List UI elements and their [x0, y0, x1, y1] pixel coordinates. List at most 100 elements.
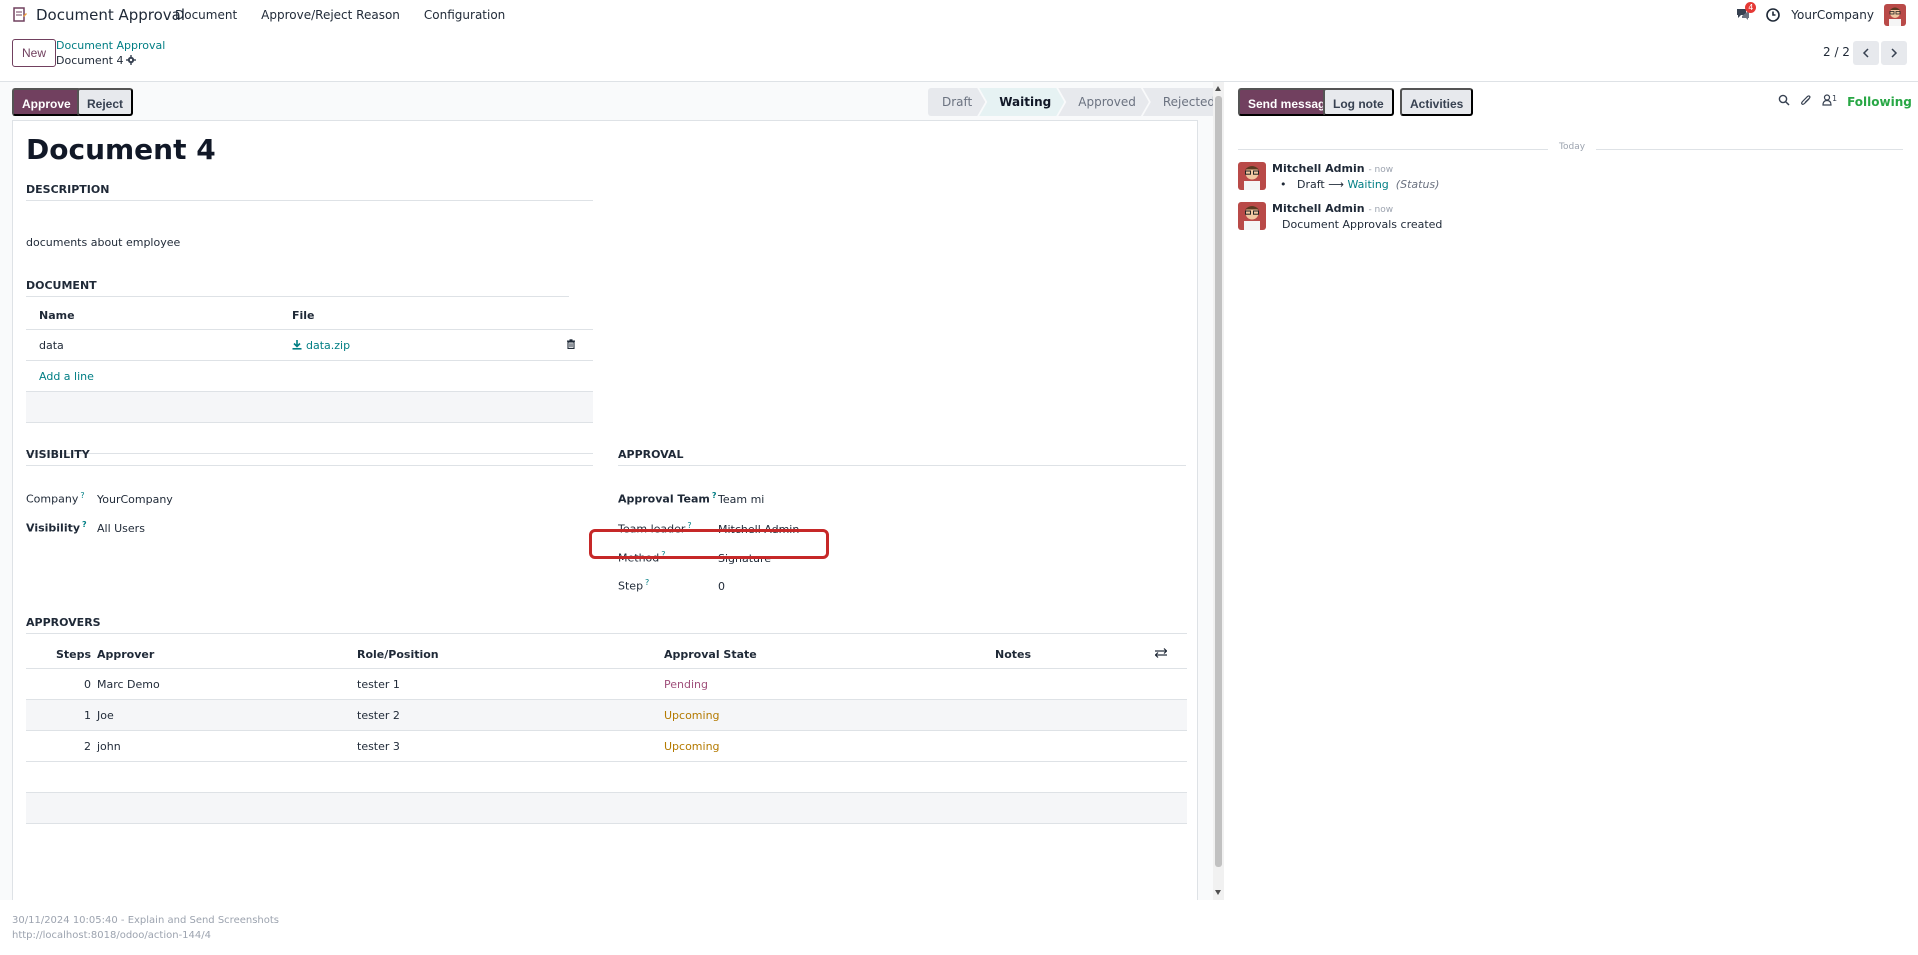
menu-configuration[interactable]: Configuration — [424, 8, 505, 22]
new-button[interactable]: New — [12, 39, 57, 67]
form-scrollbar[interactable] — [1213, 82, 1224, 900]
empty-row — [26, 762, 1187, 793]
navbar-systray: 4 YourCompany — [1735, 0, 1918, 30]
followers-button[interactable]: 1 — [1822, 94, 1837, 109]
state-cell[interactable]: Upcoming — [664, 709, 995, 722]
avatar[interactable] — [1238, 162, 1266, 190]
app-name[interactable]: Document Approval — [36, 6, 185, 24]
role-cell[interactable]: tester 2 — [357, 709, 664, 722]
step-cell[interactable]: 0 — [26, 678, 97, 691]
column-settings-icon[interactable] — [1154, 648, 1168, 661]
empty-row — [26, 793, 1187, 824]
form-view: Approve Reject Draft Waiting Approved Re… — [0, 82, 1213, 900]
menu-approve-reject-reason[interactable]: Approve/Reject Reason — [261, 8, 400, 22]
column-name[interactable]: Name — [26, 309, 292, 322]
company-field[interactable]: YourCompany — [97, 493, 173, 506]
state-cell[interactable]: Upcoming — [664, 740, 995, 753]
column-file[interactable]: File — [292, 309, 552, 322]
separator-line — [1238, 149, 1548, 150]
visibility-section-title: VISIBILITY — [26, 448, 593, 466]
method-highlight-box — [589, 529, 829, 559]
message-body: Document Approvals created — [1282, 218, 1443, 231]
avatar[interactable] — [1238, 202, 1266, 230]
document-title[interactable]: Document 4 — [26, 133, 216, 166]
step-field[interactable]: 0 — [718, 580, 725, 593]
description-field[interactable]: documents about employee — [26, 236, 180, 249]
table-row[interactable]: 2 john tester 3 Upcoming — [26, 731, 1187, 762]
activities-button[interactable]: Activities — [1400, 88, 1474, 116]
message-author-name[interactable]: Mitchell Admin — [1272, 202, 1365, 215]
approver-cell[interactable]: Marc Demo — [97, 678, 357, 691]
column-steps[interactable]: Steps — [26, 648, 97, 661]
breadcrumb-current: Document 4 — [56, 54, 137, 67]
file-cell[interactable]: data.zip — [292, 339, 558, 352]
column-role-position[interactable]: Role/Position — [357, 648, 664, 661]
scrollbar-thumb[interactable] — [1215, 96, 1222, 867]
stage-draft[interactable]: Draft — [928, 88, 985, 116]
followers-count: 1 — [1832, 94, 1838, 103]
table-row[interactable]: 1 Joe tester 2 Upcoming — [26, 700, 1187, 731]
chatter-panel: Send message Log note Activities 1 Follo… — [1224, 82, 1918, 900]
arrow-right-icon: ⟶ — [1328, 178, 1344, 191]
role-cell[interactable]: tester 1 — [357, 678, 664, 691]
document-name-cell[interactable]: data — [26, 339, 292, 352]
stage-waiting[interactable]: Waiting — [979, 88, 1064, 116]
status-bar: Draft Waiting Approved Rejected — [928, 88, 1213, 116]
tracking-field-name: (Status) — [1395, 178, 1440, 191]
activity-clock-icon[interactable] — [1765, 7, 1781, 23]
state-cell[interactable]: Pending — [664, 678, 995, 691]
top-navbar: Document Approval Document Approve/Rejec… — [0, 0, 1918, 30]
tracking-value: • Draft ⟶ Waiting (Status) — [1280, 178, 1440, 191]
step-cell[interactable]: 2 — [26, 740, 97, 753]
step-cell[interactable]: 1 — [26, 709, 97, 722]
log-note-button[interactable]: Log note — [1323, 88, 1394, 116]
add-line-row: Add a line — [26, 361, 593, 392]
file-name[interactable]: data.zip — [306, 339, 350, 352]
user-icon — [1822, 94, 1832, 106]
help-tooltip-icon[interactable]: ? — [82, 520, 87, 529]
approver-cell[interactable]: Joe — [97, 709, 357, 722]
table-row[interactable]: data data.zip — [26, 330, 593, 361]
help-tooltip-icon[interactable]: ? — [712, 491, 717, 500]
visibility-field[interactable]: All Users — [97, 522, 145, 535]
help-tooltip-icon[interactable]: ? — [80, 491, 84, 500]
date-separator-label: Today — [1559, 142, 1586, 152]
approver-cell[interactable]: john — [97, 740, 357, 753]
add-line-link[interactable]: Add a line — [26, 370, 94, 383]
empty-row — [26, 392, 593, 423]
breadcrumb-parent[interactable]: Document Approval — [56, 39, 165, 52]
reject-button[interactable]: Reject — [77, 88, 134, 116]
help-tooltip-icon[interactable]: ? — [645, 578, 649, 587]
app-menu-icon[interactable] — [12, 7, 28, 23]
pager-next-button[interactable] — [1881, 41, 1907, 65]
approval-section-title: APPROVAL — [618, 448, 1186, 466]
menu-document[interactable]: Document — [175, 8, 237, 22]
user-avatar[interactable] — [1884, 4, 1906, 26]
scroll-down-arrow-icon[interactable] — [1215, 890, 1221, 895]
company-switcher[interactable]: YourCompany — [1791, 8, 1874, 22]
pager-value[interactable]: 2 / 2 — [1823, 45, 1850, 59]
messaging-icon[interactable]: 4 — [1735, 2, 1757, 24]
company-label-text: Company — [26, 492, 79, 506]
message-author-name[interactable]: Mitchell Admin — [1272, 162, 1365, 175]
search-icon[interactable] — [1778, 94, 1790, 109]
approval-team-field[interactable]: Team mi — [718, 493, 764, 506]
message-time: - now — [1368, 205, 1394, 215]
role-cell[interactable]: tester 3 — [357, 740, 664, 753]
approval-team-label-text: Approval Team — [618, 492, 710, 506]
following-button[interactable]: Following — [1847, 95, 1912, 109]
stage-approved[interactable]: Approved — [1058, 88, 1149, 116]
column-notes[interactable]: Notes — [995, 648, 1155, 661]
pager-previous-button[interactable] — [1853, 41, 1879, 65]
tracking-old-value: Draft — [1296, 178, 1325, 191]
scroll-up-arrow-icon[interactable] — [1215, 86, 1221, 91]
trash-icon[interactable] — [566, 338, 576, 352]
gear-icon[interactable] — [126, 55, 137, 65]
approve-button[interactable]: Approve — [12, 88, 81, 116]
visibility-label: Visibility? — [26, 520, 87, 535]
paperclip-icon[interactable] — [1800, 94, 1812, 109]
stage-rejected[interactable]: Rejected — [1142, 88, 1213, 116]
column-approver[interactable]: Approver — [97, 648, 357, 661]
column-approval-state[interactable]: Approval State — [664, 648, 995, 661]
table-row[interactable]: 0 Marc Demo tester 1 Pending — [26, 669, 1187, 700]
